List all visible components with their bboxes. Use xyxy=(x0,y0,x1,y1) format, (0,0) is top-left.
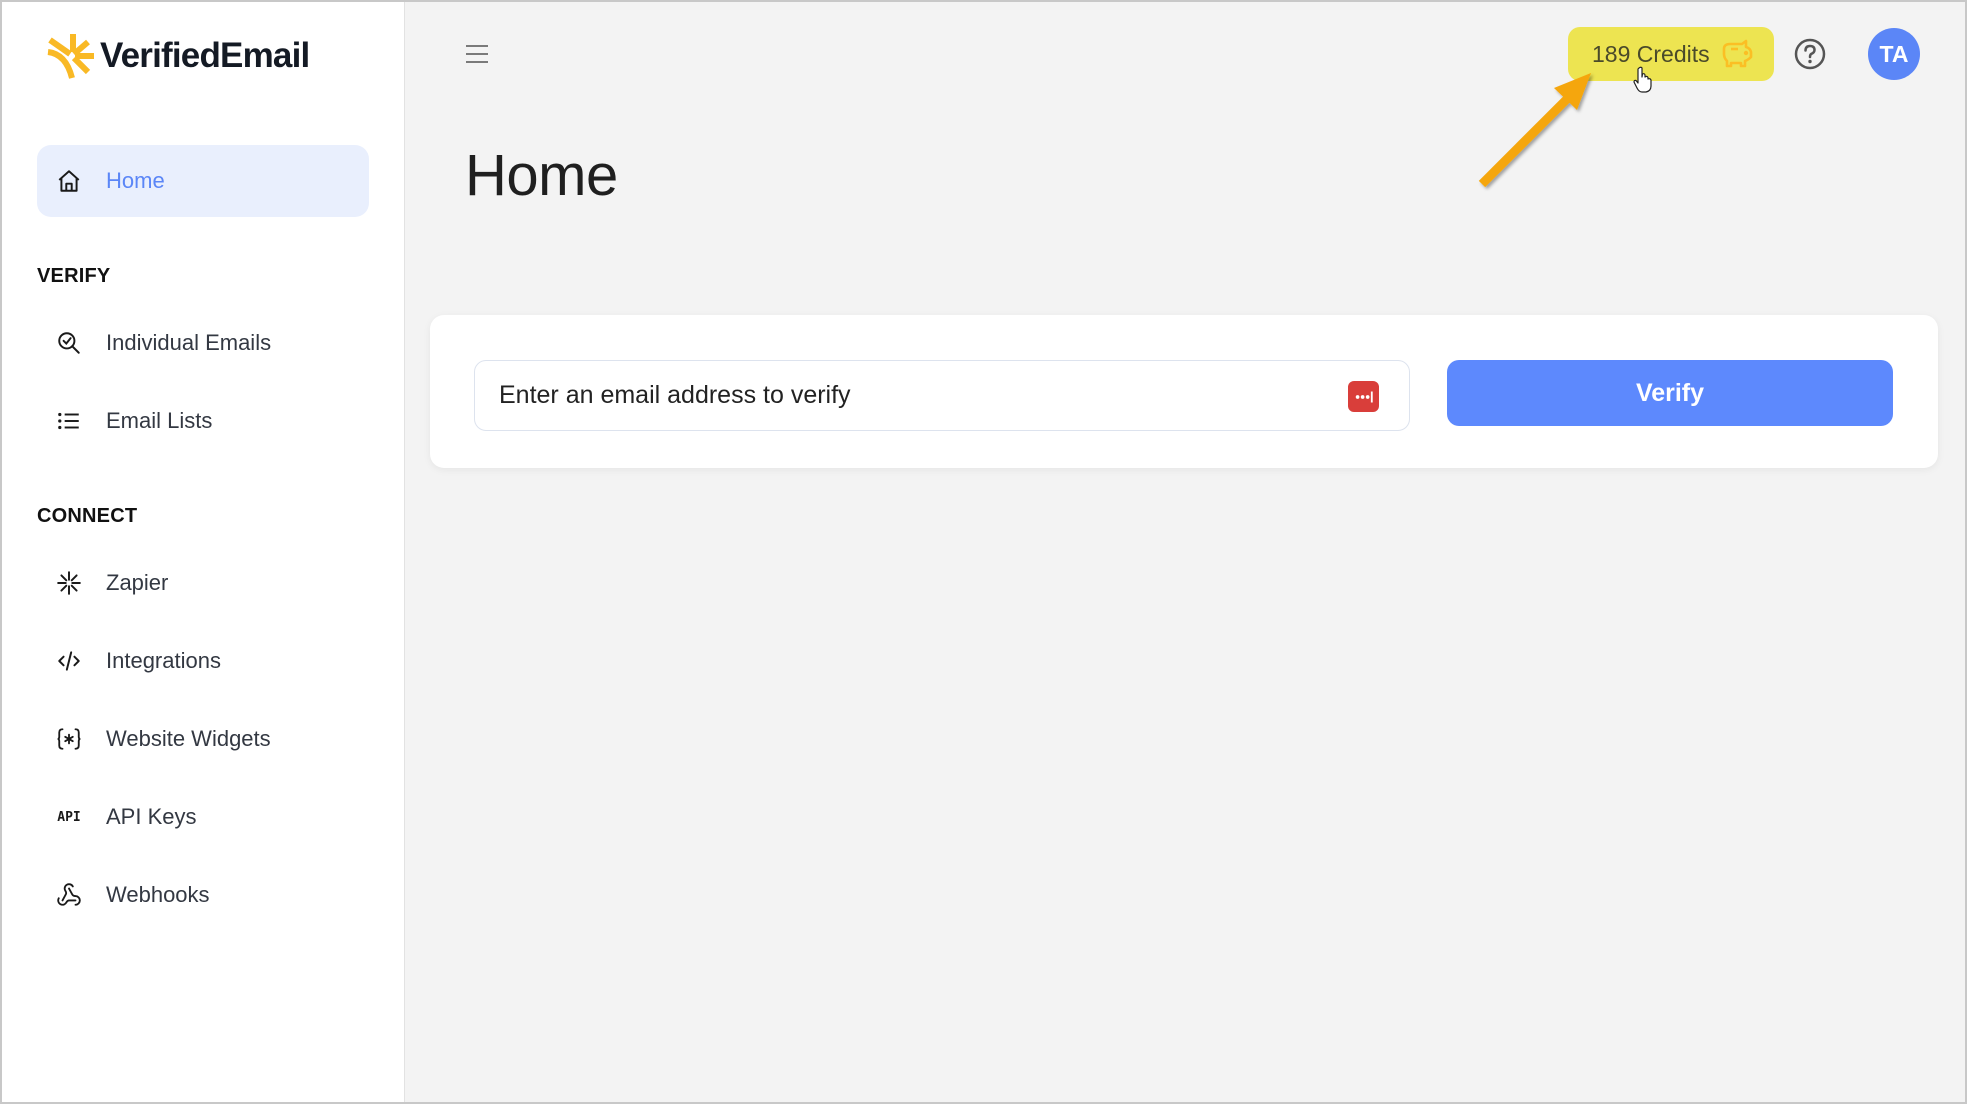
verify-button[interactable]: Verify xyxy=(1447,360,1893,426)
home-icon xyxy=(55,167,83,195)
section-title-connect: CONNECT xyxy=(37,505,138,527)
brand-name: VerifiedEmail xyxy=(100,36,310,75)
sidebar-item-label: API Keys xyxy=(106,804,197,829)
sidebar-item-website-widgets[interactable]: Website Widgets xyxy=(37,703,369,775)
sidebar-item-api-keys[interactable]: API API Keys xyxy=(37,781,369,853)
brand-logo[interactable]: VerifiedEmail xyxy=(44,28,310,84)
sidebar-item-home[interactable]: Home xyxy=(37,145,369,217)
password-manager-icon[interactable] xyxy=(1348,381,1379,412)
page-title: Home xyxy=(465,143,618,208)
piggy-bank-icon xyxy=(1722,39,1752,68)
sidebar-item-email-lists[interactable]: Email Lists xyxy=(37,385,369,457)
sidebar: VerifiedEmail Home VERIFY Individual Ema… xyxy=(0,0,405,1104)
sidebar-item-label: Individual Emails xyxy=(106,330,272,355)
sidebar-item-individual-emails[interactable]: Individual Emails xyxy=(37,307,369,379)
sidebar-item-integrations[interactable]: Integrations xyxy=(37,625,369,697)
webhook-icon xyxy=(55,881,83,909)
help-icon[interactable] xyxy=(1793,37,1827,71)
sidebar-item-webhooks[interactable]: Webhooks xyxy=(37,859,369,931)
menu-toggle-button[interactable] xyxy=(462,40,492,68)
sidebar-item-label: Email Lists xyxy=(106,408,213,433)
email-input[interactable] xyxy=(474,360,1410,431)
braces-asterisk-icon xyxy=(55,725,83,753)
section-title-verify: VERIFY xyxy=(37,265,111,287)
search-check-icon xyxy=(55,329,83,357)
sidebar-item-label: Integrations xyxy=(106,648,221,673)
sidebar-item-label: Zapier xyxy=(106,570,169,595)
zapier-icon xyxy=(55,569,83,597)
hamburger-line xyxy=(466,45,488,47)
list-icon xyxy=(55,407,83,435)
api-icon: API xyxy=(57,809,81,825)
mouse-pointer-hand-icon xyxy=(1633,66,1652,93)
sidebar-item-zapier[interactable]: Zapier xyxy=(37,547,369,619)
user-avatar[interactable]: TA xyxy=(1868,28,1920,80)
code-icon xyxy=(55,647,83,675)
annotation-arrow-icon xyxy=(1478,73,1591,188)
sidebar-item-label: Website Widgets xyxy=(106,726,271,751)
sidebar-item-label: Home xyxy=(106,168,165,193)
sidebar-item-label: Webhooks xyxy=(106,882,210,907)
verifiedemail-logo-icon xyxy=(47,34,94,79)
hamburger-line xyxy=(466,61,488,63)
hamburger-line xyxy=(466,53,488,55)
